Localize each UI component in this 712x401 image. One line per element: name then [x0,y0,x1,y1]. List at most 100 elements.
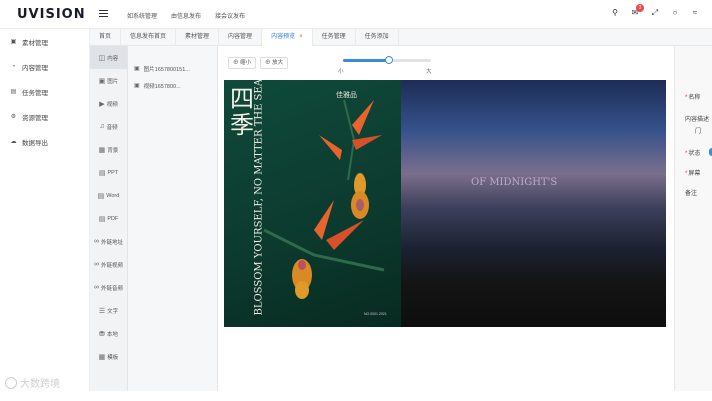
poster-midnight-sky: OF MIDNIGHT'S [401,80,666,327]
poster1-caption: NO.0001.2021 [364,312,387,316]
field-description-label: 内容描述 [685,117,710,123]
zoom-max-label: 大 [426,69,432,75]
type-label: 外链音频 [100,285,123,292]
field-status-label: *状态 [685,151,701,157]
type-template[interactable]: ▦ 模板 [90,345,127,368]
sidebar-item-tasks[interactable]: ▤ 任务管理 [0,79,89,104]
notification-icon[interactable]: ✉ 3 [630,4,644,18]
top-nav-publish[interactable]: 由信息发布 [171,11,201,20]
fullscreen-icon[interactable]: ⤢ [650,8,660,18]
file-name: 视频1657800... [143,83,181,90]
link-icon: ∞ [93,238,99,245]
grid-icon: ▦ [98,353,106,361]
tab-task-add[interactable]: 任务添加 [356,29,399,46]
content-canvas: 四季 佳雅品 BLOSSOM YOURSELF, NO MATTER THE S… [224,80,666,327]
tab-label: 素材管理 [185,34,210,40]
poster-four-seasons: 四季 佳雅品 BLOSSOM YOURSELF, NO MATTER THE S… [224,80,401,327]
type-label: Word [106,192,120,199]
properties-panel: *名称 内容描述 门 *状态 *屏幕 备注 [674,46,712,391]
zoom-in-button[interactable]: ⊕ 放大 [260,57,289,69]
zoom-slider-handle[interactable] [384,56,393,64]
notification-badge: 3 [636,4,644,12]
type-word[interactable]: ▤ Word [90,184,127,207]
type-local[interactable]: ⛃ 本地 [90,322,127,345]
type-image[interactable]: ▣ 图片 [90,69,127,92]
type-content[interactable]: ◫ 内容 [90,46,127,69]
lock-icon[interactable]: ○ [670,8,680,18]
link-video-icon: ∞ [93,261,99,268]
sidebar-item-label: 素材管理 [22,39,48,47]
sidebar-item-label: 数据导出 [22,139,48,147]
type-ppt[interactable]: ▤ PPT [90,161,127,184]
tab-content[interactable]: 内容管理 [219,29,263,46]
zoom-controls: ⊕ 缩小 ⊕ 放大 [228,57,289,69]
logo: UVISION [17,7,86,22]
zoom-slider-fill [343,59,389,62]
type-text[interactable]: ☰ 文字 [90,299,127,322]
top-nav-meeting[interactable]: 接会议发布 [215,11,245,20]
type-label: 文字 [107,308,119,315]
field-description-label-cont: 门 [695,129,702,135]
video-icon: ▶ [99,100,105,108]
type-link-address[interactable]: ∞ 外链地址 [90,230,127,253]
audio-icon: ♫ [99,123,105,130]
sidebar-item-export[interactable]: ☁ 数据导出 [0,129,89,154]
task-icon: ▤ [10,89,17,95]
tab-label: 信息发布首页 [130,34,167,40]
image-icon: ▣ [98,77,106,85]
file-item[interactable]: ▣ 视频1657800... [128,77,217,94]
dashboard-icon: ◔ [11,63,16,70]
type-label: 图片 [107,78,119,85]
sidebar-item-resources[interactable]: ⚙ 资源管理 [0,104,89,129]
tab-publish-home[interactable]: 信息发布首页 [121,29,177,46]
zoom-slider[interactable] [343,56,431,64]
top-icons: ⚲ ✉ 3 ⤢ ○ ≈ [610,4,700,18]
type-label: 外链视频 [100,262,123,269]
tab-label: 任务管理 [321,34,346,40]
type-link-video[interactable]: ∞ 外链视频 [90,253,127,276]
tab-label: 内容预览 [271,34,296,40]
type-label: 本地 [106,331,118,338]
tab-bar: 首页 信息发布首页 素材管理 内容管理 内容预览 × 任务管理 任务添加 [90,29,712,46]
content-type-list: ◫ 内容 ▣ 图片 ▶ 视频 ♫ 音频 ▦ 背景 ▤ PPT ▤ Word ▤ PDF ∞ 外链地… [90,46,128,391]
type-background[interactable]: ▦ 背景 [90,138,127,161]
poster2-title: OF MIDNIGHT'S [471,177,558,188]
tab-content-preview[interactable]: 内容预览 × [262,29,313,46]
tab-materials[interactable]: 素材管理 [176,29,220,46]
zoom-out-button[interactable]: ⊕ 缩小 [228,57,257,69]
type-audio[interactable]: ♫ 音频 [90,115,127,138]
top-nav-system[interactable]: 如系统管理 [127,11,157,20]
sidebar-item-materials[interactable]: ▣ 素材管理 [0,29,89,54]
cloud-icon: ☁ [10,139,17,145]
top-nav: 如系统管理 由信息发布 接会议发布 [127,11,245,20]
text-icon: ☰ [98,307,106,315]
tab-home[interactable]: 首页 [90,29,122,46]
link-audio-icon: ∞ [93,284,99,291]
watermark-logo-icon [5,376,17,389]
tab-tasks[interactable]: 任务管理 [313,29,356,46]
close-icon[interactable]: × [299,34,303,40]
field-screen-label: *屏幕 [685,171,701,177]
tab-label: 任务添加 [364,34,389,40]
file-item[interactable]: ▣ 图片1657800151... [128,60,217,77]
type-link-audio[interactable]: ∞ 外链音频 [90,276,127,299]
zoom-out-label: 缩小 [240,60,252,66]
type-label: 视频 [106,101,118,108]
type-video[interactable]: ▶ 视频 [90,92,127,115]
sidebar-item-label: 任务管理 [22,89,48,97]
type-pdf[interactable]: ▤ PDF [90,207,127,230]
database-icon: ⛃ [99,330,105,338]
flower-illustration [263,99,385,299]
type-label: 音频 [106,124,118,131]
menu-toggle-icon[interactable] [99,10,108,18]
preview-area: ⊕ 缩小 ⊕ 放大 小 大 四季 佳雅品 BLOSSOM YOURSELF, N… [218,46,674,391]
sidebar-item-content[interactable]: ◔ 内容管理 [0,54,89,79]
zoom-in-label: 放大 [272,60,284,66]
pdf-icon: ▤ [98,215,106,223]
search-icon[interactable]: ⚲ [610,8,620,18]
layers-icon: ◫ [98,54,106,62]
display-icon: ▣ [10,39,17,45]
sidebar-item-label: 资源管理 [22,114,48,122]
wifi-icon[interactable]: ≈ [690,8,700,18]
sidebar: ▣ 素材管理 ◔ 内容管理 ▤ 任务管理 ⚙ 资源管理 ☁ 数据导出 [0,29,90,391]
